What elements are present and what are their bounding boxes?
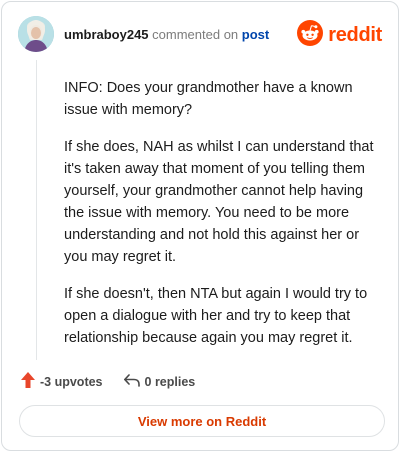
embed-card: umbraboy245 commented on post reddit INF… [1, 1, 399, 451]
byline: umbraboy245 commented on post [64, 27, 269, 42]
reddit-wordmark: reddit [328, 24, 382, 46]
comment-paragraph: INFO: Does your grandmother have a known… [64, 80, 353, 118]
comment-body: INFO: Does your grandmother have a known… [64, 77, 374, 364]
thread-line [36, 60, 37, 360]
reply-icon [123, 372, 141, 391]
reddit-logo[interactable]: reddit [297, 20, 382, 51]
comment-paragraph: If she does, NAH as whilst I can underst… [64, 139, 374, 265]
view-more-button[interactable]: View more on Reddit [19, 405, 385, 437]
username-link[interactable]: umbraboy245 [64, 27, 149, 42]
upvote-count: -3 upvotes [40, 374, 103, 389]
reply-count: 0 replies [144, 374, 196, 389]
post-link[interactable]: post [242, 27, 269, 42]
comment-paragraph: If she doesn't, then NTA but again I wou… [64, 286, 368, 346]
replies-button[interactable]: 0 replies [123, 372, 196, 391]
comment-header: umbraboy245 commented on post reddit [18, 16, 382, 56]
upvote-button[interactable]: -3 upvotes [20, 371, 103, 392]
action-text: commented on [152, 27, 239, 42]
upvote-arrow-icon [20, 371, 36, 392]
avatar[interactable] [18, 16, 54, 52]
reddit-logo-icon [297, 20, 324, 51]
comment-actions: -3 upvotes 0 replies [20, 371, 195, 392]
